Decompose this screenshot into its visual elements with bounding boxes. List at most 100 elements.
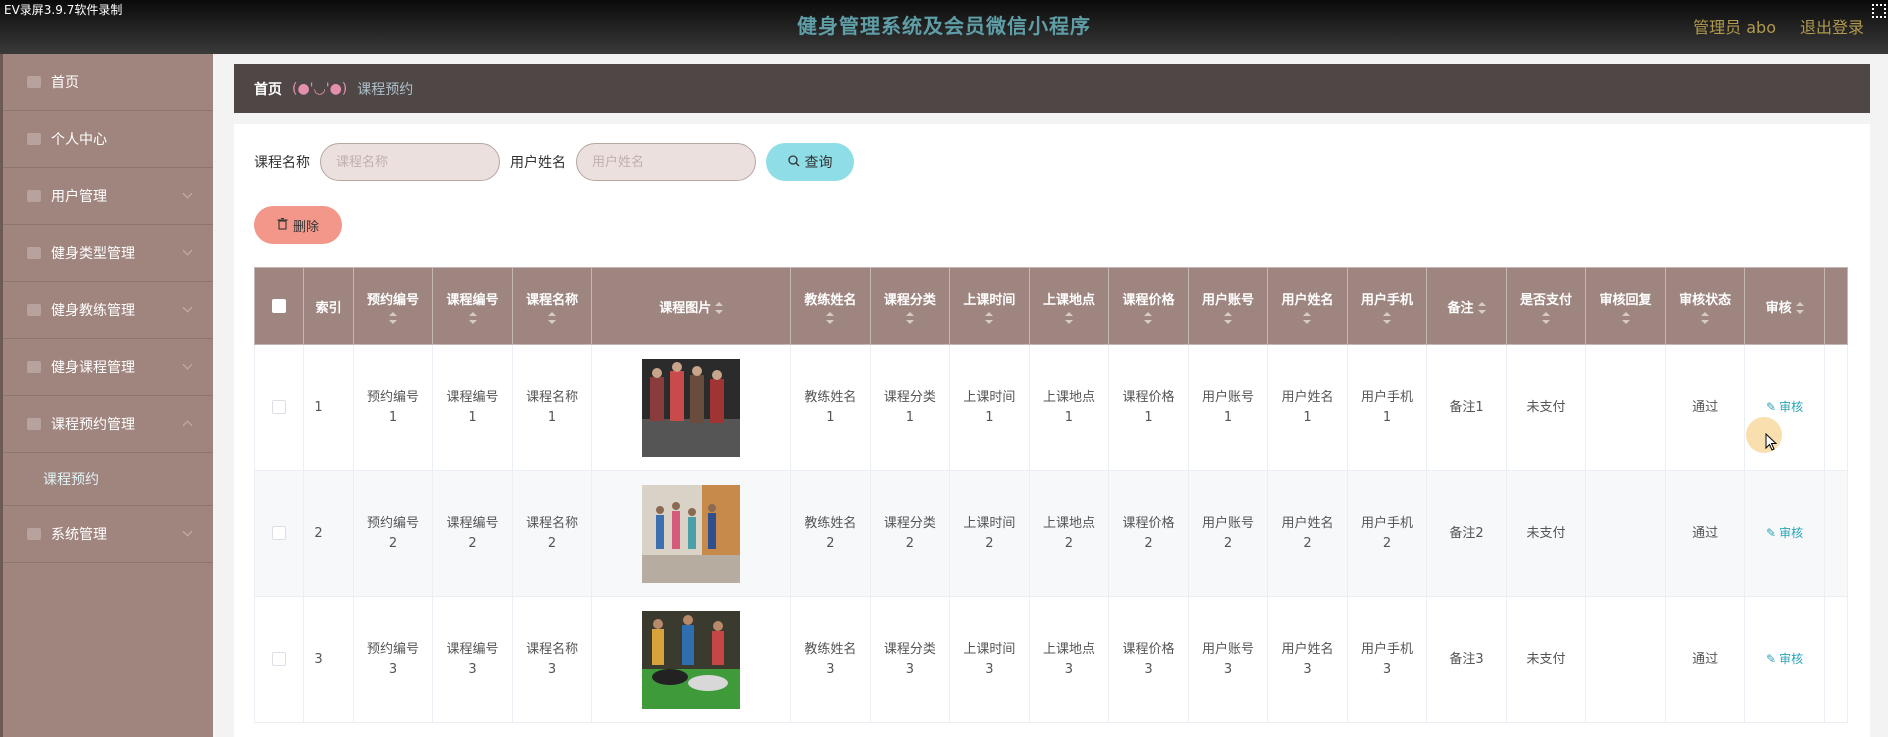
column-header[interactable]: 备注 [1426,267,1507,345]
sidebar: 首页 个人中心 用户管理 健身类型管理 健身教练管理 健身课程管理 课程预约管理… [0,54,213,737]
user-name-input[interactable] [576,143,756,181]
column-header[interactable]: 上课时间 [949,267,1030,345]
row-checkbox[interactable] [272,652,287,666]
sort-icon[interactable] [1064,311,1073,324]
sort-icon[interactable] [1144,311,1153,324]
row-checkbox[interactable] [272,400,287,414]
breadcrumb-home[interactable]: 首页 [254,79,282,99]
sort-icon[interactable] [389,311,398,324]
cell-place: 上课地点 1 [1028,344,1110,471]
review-button[interactable]: ✎ 审核 [1766,400,1803,414]
column-header[interactable]: 课程分类 [869,267,951,345]
cell-action: ✎ 审核 [1744,596,1825,723]
cell-account: 用户账号 2 [1187,470,1269,597]
column-header[interactable]: 课程名称 [511,267,593,345]
sort-icon[interactable] [1223,311,1232,324]
cell-account: 用户账号 3 [1187,596,1269,723]
sidebar-item-bookings[interactable]: 课程预约管理 [3,396,213,453]
sidebar-subitem-course-booking[interactable]: 课程预约 [3,453,213,506]
cell-course-image [591,344,792,471]
breadcrumb-current: 课程预约 [357,81,414,98]
sort-icon[interactable] [548,311,557,324]
cell-course-name: 课程名称 3 [511,596,593,723]
table-header-row: 索引 预约编号 课程编号 课程名称 课程图片 教练姓名 课程分类 上课时间 上课… [254,267,1848,345]
column-header[interactable]: 用户手机 [1346,267,1428,345]
column-header[interactable]: 预约编号 [352,267,434,345]
chat-icon [27,247,41,259]
cell-booking-no: 预约编号 1 [352,344,434,471]
sort-icon[interactable] [1621,311,1630,324]
sort-icon[interactable] [715,302,724,314]
query-button-label: 查询 [804,154,833,170]
select-all-checkbox[interactable] [272,299,287,313]
column-header[interactable]: 课程价格 [1108,267,1189,345]
column-header[interactable]: 用户账号 [1187,267,1269,345]
cell-paid: 未支付 [1505,344,1587,471]
sort-icon[interactable] [468,311,477,324]
sidebar-item-home[interactable]: 首页 [3,54,213,111]
cell-time: 上课时间 2 [949,470,1030,597]
course-name-input[interactable] [320,143,500,181]
sort-icon[interactable] [905,311,914,324]
cell-time: 上课时间 3 [949,596,1030,723]
cell-reply [1585,344,1666,471]
sidebar-item-label: 健身教练管理 [51,303,135,319]
sidebar-item-fitness-types[interactable]: 健身类型管理 [3,225,213,282]
column-header[interactable]: 课程编号 [432,267,513,345]
sort-icon[interactable] [985,311,994,324]
review-button[interactable]: ✎ 审核 [1766,652,1803,666]
column-header[interactable]: 上课地点 [1028,267,1110,345]
cell-coach: 教练姓名 3 [790,596,871,723]
sidebar-item-courses[interactable]: 健身课程管理 [3,339,213,396]
cell-remark: 备注1 [1426,344,1507,471]
review-button[interactable]: ✎ 审核 [1766,526,1803,540]
query-button[interactable]: 查询 [766,143,854,181]
column-header[interactable]: 审核状态 [1664,267,1746,345]
edit-icon: ✎ [1766,652,1777,666]
cell-remark: 备注3 [1426,596,1507,723]
chevron-down-icon [182,302,193,313]
fullscreen-icon[interactable] [1872,4,1886,18]
cell-course-no: 课程编号 1 [432,344,513,471]
trophy-icon [27,304,41,316]
sidebar-item-users[interactable]: 用户管理 [3,168,213,225]
row-checkbox[interactable] [272,526,287,540]
column-header[interactable]: 教练姓名 [790,267,871,345]
sidebar-item-system[interactable]: 系统管理 [3,506,213,563]
sort-icon[interactable] [826,311,835,324]
sidebar-item-profile[interactable]: 个人中心 [3,111,213,168]
sort-icon[interactable] [1303,311,1312,324]
chevron-up-icon [182,420,193,431]
cell-course-name: 课程名称 1 [511,344,593,471]
table-row: 2 预约编号 2 课程编号 2 课程名称 2 教练姓名 2 课程分类 2 上课时… [254,470,1848,597]
cell-phone: 用户手机 3 [1346,596,1428,723]
booking-table: 索引 预约编号 课程编号 课程名称 课程图片 教练姓名 课程分类 上课时间 上课… [254,267,1848,737]
cell-phone: 用户手机 1 [1346,344,1428,471]
send-icon [27,528,41,540]
grid-icon [27,418,41,430]
column-header[interactable]: 用户姓名 [1267,267,1348,345]
user-icon [27,133,41,145]
course-image [642,610,741,709]
column-header[interactable]: 是否支付 [1505,267,1587,345]
table-row: 1 预约编号 1 课程编号 1 课程名称 1 教练姓名 1 课程分类 1 上课时… [254,344,1848,471]
sort-icon[interactable] [1477,302,1486,314]
delete-button[interactable]: 删除 [254,206,342,244]
column-header[interactable]: 审核 [1744,267,1825,345]
trash-icon [277,217,288,233]
top-header: EV录屏3.9.7软件录制 健身管理系统及会员微信小程序 管理员 abo 退出登… [0,0,1888,54]
sidebar-item-coaches[interactable]: 健身教练管理 [3,282,213,339]
sort-icon[interactable] [1383,311,1391,324]
cell-price: 课程价格 1 [1108,344,1189,471]
cell-course-name: 课程名称 2 [511,470,593,597]
logout-link[interactable]: 退出登录 [1800,14,1864,38]
column-header[interactable]: 课程图片 [591,267,792,345]
user-name-label: 用户姓名 [510,155,566,171]
row-select-cell [254,470,305,597]
chevron-down-icon [182,359,193,370]
cell-index: 2 [303,470,354,597]
column-header[interactable]: 审核回复 [1585,267,1666,345]
sort-icon[interactable] [1542,311,1551,324]
sort-icon[interactable] [1795,302,1804,314]
sort-icon[interactable] [1701,311,1710,324]
